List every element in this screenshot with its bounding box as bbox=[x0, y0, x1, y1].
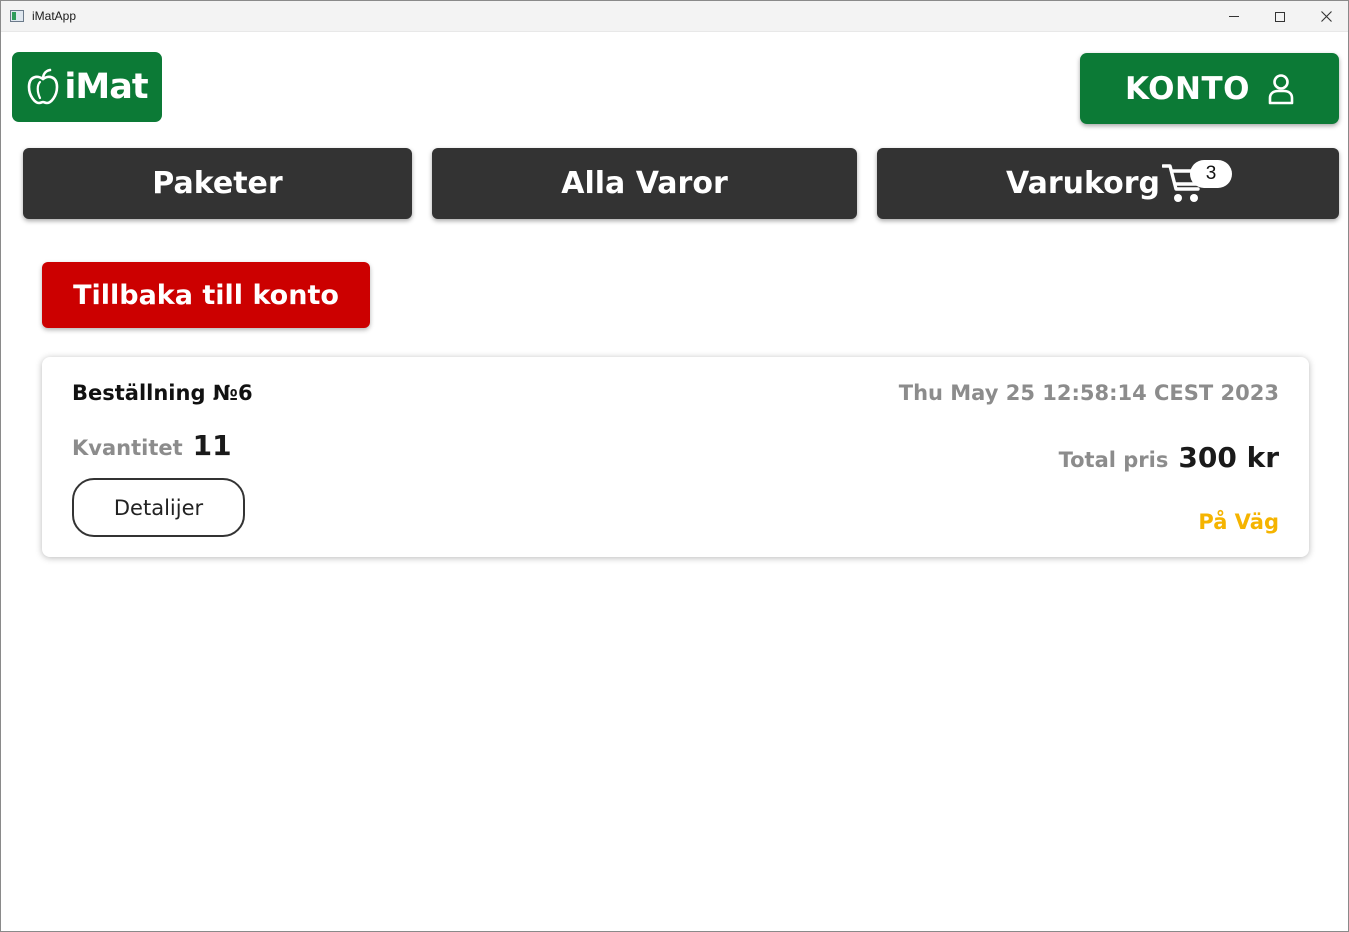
details-button[interactable]: Detalijer bbox=[72, 478, 245, 537]
order-title: Beställning №6 bbox=[72, 381, 253, 405]
total-row: Total pris 300 kr bbox=[1059, 441, 1279, 474]
maximize-button[interactable] bbox=[1257, 1, 1303, 32]
account-button[interactable]: KONTO bbox=[1080, 53, 1339, 124]
nav-varukorg[interactable]: Varukorg 3 bbox=[877, 148, 1339, 219]
close-icon bbox=[1320, 11, 1332, 22]
quantity-row: Kvantitet 11 bbox=[72, 429, 232, 462]
title-bar: iMatApp bbox=[1, 1, 1348, 32]
logo-text: iMat bbox=[64, 67, 148, 107]
cart-count-badge: 3 bbox=[1190, 159, 1232, 188]
window-title: iMatApp bbox=[32, 9, 77, 23]
app-window: iMatApp iMat KONTO Paketer Alla Varor Va… bbox=[0, 0, 1349, 932]
nav-varukorg-label: Varukorg bbox=[1006, 166, 1160, 201]
logo-button[interactable]: iMat bbox=[12, 52, 162, 122]
quantity-value: 11 bbox=[192, 429, 232, 462]
order-card: Beställning №6 Thu May 25 12:58:14 CEST … bbox=[42, 357, 1309, 557]
order-date: Thu May 25 12:58:14 CEST 2023 bbox=[898, 381, 1279, 405]
apple-icon bbox=[28, 68, 59, 105]
nav-alla-varor-label: Alla Varor bbox=[561, 166, 728, 201]
minimize-icon bbox=[1229, 16, 1239, 17]
details-label: Detalijer bbox=[113, 495, 204, 520]
nav-paketer-label: Paketer bbox=[152, 166, 283, 201]
back-to-account-label: Tillbaka till konto bbox=[73, 279, 339, 311]
account-label: KONTO bbox=[1125, 70, 1250, 107]
nav-alla-varor[interactable]: Alla Varor bbox=[432, 148, 857, 219]
total-value: 300 kr bbox=[1178, 441, 1279, 474]
maximize-icon bbox=[1275, 11, 1285, 22]
quantity-label: Kvantitet bbox=[72, 436, 183, 460]
back-to-account-button[interactable]: Tillbaka till konto bbox=[42, 262, 370, 328]
cart-icon-wrapper: 3 bbox=[1161, 159, 1232, 210]
nav-paketer[interactable]: Paketer bbox=[23, 148, 412, 219]
user-icon bbox=[1268, 73, 1294, 104]
close-button[interactable] bbox=[1303, 1, 1348, 32]
total-label: Total pris bbox=[1058, 448, 1169, 472]
minimize-button[interactable] bbox=[1211, 1, 1257, 32]
order-status: På Väg bbox=[1198, 510, 1279, 534]
app-icon bbox=[10, 10, 24, 22]
